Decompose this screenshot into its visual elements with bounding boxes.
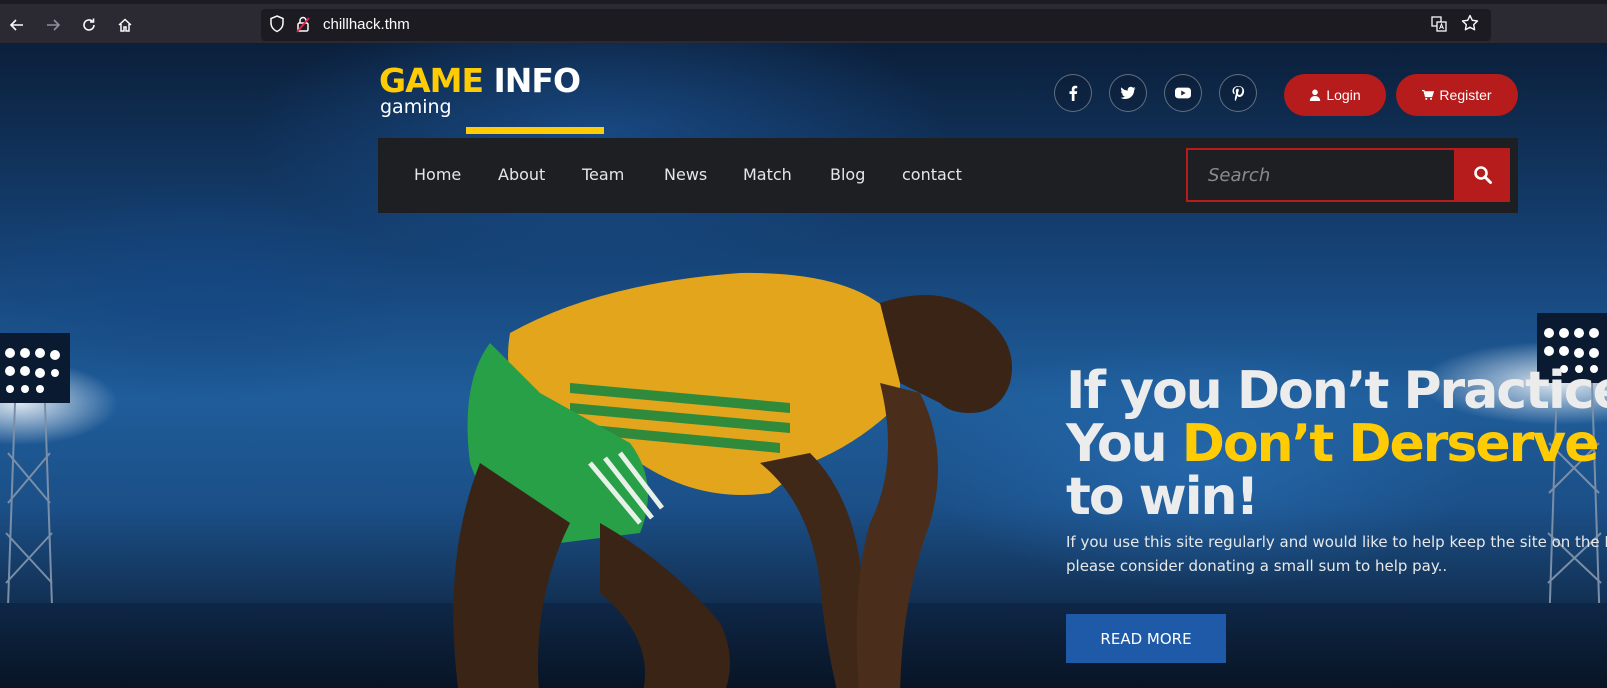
search-input[interactable] [1188, 150, 1454, 200]
translate-icon[interactable] [1431, 16, 1449, 34]
nav-item-match[interactable]: Match [743, 165, 792, 185]
home-icon [118, 18, 132, 32]
read-more-button[interactable]: READ MORE [1066, 614, 1226, 663]
register-label: Register [1439, 87, 1492, 103]
url-text[interactable]: chillhack.thm [323, 16, 410, 33]
youtube-icon [1175, 87, 1191, 99]
back-button[interactable] [4, 12, 30, 38]
headline-line-2: You Don’t Derserve [1066, 418, 1607, 471]
twitter-icon [1120, 86, 1136, 100]
hero-description-line-2: please consider donating a small sum to … [1066, 557, 1448, 575]
hero-headline: If you Don’t Practice You Don’t Derserve… [1066, 365, 1607, 524]
home-button[interactable] [112, 12, 138, 38]
user-icon [1310, 89, 1321, 101]
forward-button[interactable] [40, 12, 66, 38]
arrow-right-icon [47, 19, 61, 31]
search-icon [1474, 166, 1492, 184]
hero-description-line-1: If you use this site regularly and would… [1066, 533, 1607, 551]
headline-line-1: If you Don’t Practice [1066, 361, 1607, 421]
search-button[interactable] [1456, 148, 1510, 202]
login-label: Login [1326, 87, 1361, 103]
hero-description: If you use this site regularly and would… [1066, 530, 1607, 578]
site-logo[interactable]: GAME INFO gaming [379, 61, 609, 134]
lock-icon[interactable] [295, 15, 313, 35]
reload-icon [83, 18, 95, 31]
bookmark-star-icon[interactable] [1461, 14, 1479, 37]
register-button[interactable]: Register [1396, 74, 1518, 116]
athlete-image [453, 272, 1012, 688]
nav-item-about[interactable]: About [498, 165, 545, 185]
nav-item-news[interactable]: News [664, 165, 707, 185]
nav-item-blog[interactable]: Blog [830, 165, 865, 185]
address-bar[interactable]: chillhack.thm [261, 9, 1491, 41]
nav-item-team[interactable]: Team [582, 165, 624, 185]
youtube-link[interactable] [1164, 74, 1202, 112]
main-navigation: Home About Team News Match Blog contact [378, 138, 1518, 213]
facebook-link[interactable] [1054, 74, 1092, 112]
headline-highlight: Don’t Derserve [1181, 414, 1600, 474]
arrow-left-icon [9, 19, 23, 31]
logo-word-info: INFO [493, 61, 581, 100]
search-box [1186, 148, 1456, 202]
headline-line-3: to win! [1066, 467, 1259, 527]
logo-wordmark: GAME INFO [379, 61, 581, 100]
hero-section: GAME INFO gaming Login Register Home Abo… [0, 43, 1607, 688]
logo-subtitle: gaming [380, 96, 452, 118]
logo-underline [466, 127, 604, 134]
pinterest-link[interactable] [1219, 74, 1257, 112]
twitter-link[interactable] [1109, 74, 1147, 112]
facebook-icon [1069, 85, 1078, 101]
browser-toolbar: chillhack.thm [0, 0, 1607, 43]
nav-item-contact[interactable]: contact [902, 165, 962, 185]
shield-icon[interactable] [269, 15, 287, 35]
logo-word-game: GAME [379, 61, 484, 100]
login-button[interactable]: Login [1284, 74, 1386, 116]
reload-button[interactable] [76, 12, 102, 38]
nav-item-home[interactable]: Home [414, 165, 461, 185]
cart-icon [1422, 89, 1435, 100]
headline-line-2-prefix: You [1066, 414, 1182, 474]
pinterest-icon [1232, 86, 1245, 101]
